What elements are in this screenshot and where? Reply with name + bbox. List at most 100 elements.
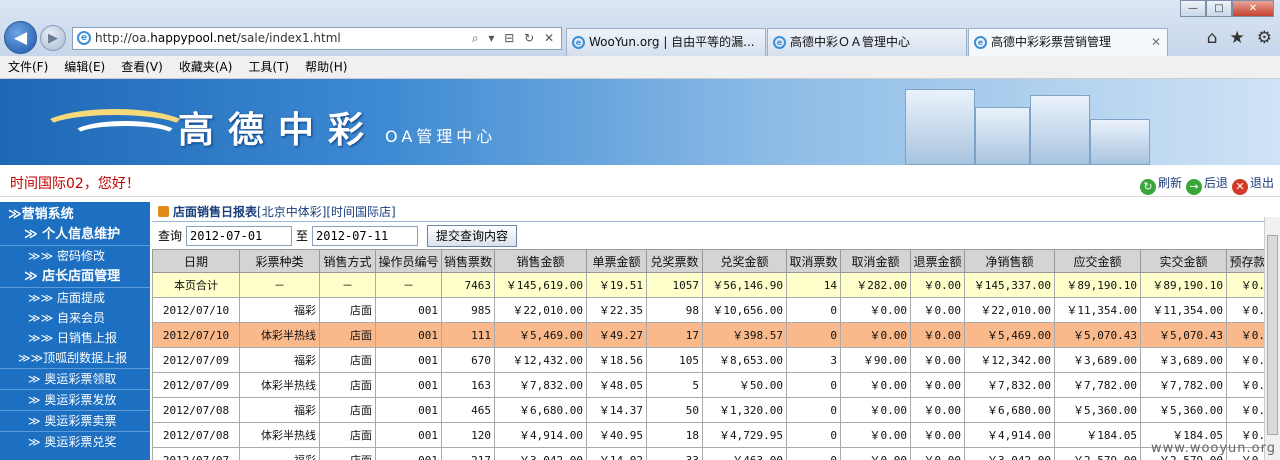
table-cell: 0 xyxy=(786,422,841,448)
watermark: www.wooyun.org xyxy=(1150,441,1276,456)
report-icon xyxy=(158,206,169,217)
home-icon[interactable]: ⌂ xyxy=(1207,28,1218,48)
date-from-input[interactable] xyxy=(186,225,293,246)
menu-view[interactable]: 查看(V) xyxy=(121,56,163,78)
report-title: 店面销售日报表 xyxy=(173,205,258,219)
table-cell: ￥463.00 xyxy=(702,447,787,460)
tab-close-icon[interactable]: ✕ xyxy=(1151,29,1161,55)
table-cell: 福彩 xyxy=(239,347,320,373)
table-cell: 985 xyxy=(441,297,495,323)
table-cell: ￥0. xyxy=(1226,297,1268,323)
menu-tools[interactable]: 工具(T) xyxy=(248,56,289,78)
menu-file[interactable]: 文件(F) xyxy=(8,56,48,78)
ie-tab-icon: e xyxy=(572,36,585,49)
column-header: 应交金额 xyxy=(1054,249,1141,273)
favorites-star-icon[interactable]: ★ xyxy=(1230,28,1245,48)
item-label: 日销售上报 xyxy=(56,331,117,345)
table-cell: ￥0. xyxy=(1226,322,1268,348)
column-header: 实交金额 xyxy=(1140,249,1227,273)
table-cell: ￥0.00 xyxy=(910,322,965,348)
table-cell: ￥0.00 xyxy=(910,422,965,448)
table-summary-row: 本页合计－－－ 7463 ￥145,619.00 ￥19.51 1057 ￥56,146.… xyxy=(152,272,1268,298)
sidebar-group-personal[interactable]: ≫ 个人信息维护 xyxy=(0,224,150,246)
table-cell: 体彩半热线 xyxy=(239,422,320,448)
table-cell: － xyxy=(319,272,376,298)
sidebar-item-commission[interactable]: ≫≫ 店面提成 xyxy=(0,288,150,308)
menu-help[interactable]: 帮助(H) xyxy=(305,56,347,78)
table-cell: ￥14.37 xyxy=(586,397,647,423)
back-button[interactable]: ◀ xyxy=(4,21,37,54)
sidebar-item-password[interactable]: ≫≫ 密码修改 xyxy=(0,246,150,266)
address-bar[interactable]: e http://oa.happypool.net/sale/index1.ht… xyxy=(72,27,562,50)
table-cell: 163 xyxy=(441,372,495,398)
forward-button[interactable]: ▶ xyxy=(40,25,66,51)
table-cell: ￥89,190.10 xyxy=(1140,272,1227,298)
table-cell: 店面 xyxy=(319,447,376,460)
table-cell: 店面 xyxy=(319,297,376,323)
table-cell: ￥5,070.43 xyxy=(1140,322,1227,348)
to-label: 至 xyxy=(296,229,309,243)
sidebar-item-olympic-sell[interactable]: ≫ 奥运彩票卖票 xyxy=(0,410,150,431)
scrollbar-thumb[interactable] xyxy=(1267,235,1278,435)
tools-gear-icon[interactable]: ⚙ xyxy=(1257,28,1272,48)
sidebar-item-scratch-report[interactable]: ≫≫顶呱刮数据上报 xyxy=(0,348,150,368)
table-row: 2012/07/10 体彩半热线 店面 001 111 ￥5,469.00 ￥49.27 17… xyxy=(152,322,1268,348)
ie-tab-icon: e xyxy=(773,36,786,49)
url-path: /sale/index1.html xyxy=(236,31,341,45)
table-cell: 店面 xyxy=(319,397,376,423)
table-cell: ￥145,619.00 xyxy=(494,272,587,298)
table-cell: ￥0.00 xyxy=(910,272,965,298)
refresh-button[interactable]: ↻ 刷新 xyxy=(1139,174,1182,195)
table-cell: ￥0.00 xyxy=(840,422,911,448)
table-cell: 98 xyxy=(646,297,703,323)
column-header: 净销售额 xyxy=(964,249,1055,273)
back-page-button[interactable]: → 后退 xyxy=(1185,174,1228,195)
table-cell: ￥0. xyxy=(1226,347,1268,373)
item-label: 奥运彩票领取 xyxy=(44,372,117,386)
submit-query-button[interactable]: 提交查询内容 xyxy=(427,224,518,247)
table-cell: 体彩半热线 xyxy=(239,322,320,348)
tab-label: 高德中彩ＯＡ管理中心 xyxy=(790,35,911,49)
table-cell: 店面 xyxy=(319,372,376,398)
address-tools-icons[interactable]: ⌕ ▾ ⊟ ↻ ✕ xyxy=(472,28,557,49)
column-header: 退票金额 xyxy=(910,249,965,273)
tab-wooyun[interactable]: e WooYun.org | 自由平等的漏... xyxy=(566,28,766,56)
table-row: 2012/07/07福彩店面001217￥3,042.00￥14.0233￥46… xyxy=(152,447,1268,460)
table-cell: ￥7,782.00 xyxy=(1054,372,1141,398)
minimize-button[interactable]: — xyxy=(1180,0,1206,17)
sidebar-title: ≫营销系统 xyxy=(8,207,74,222)
logout-icon: ✕ xyxy=(1231,179,1248,195)
table-cell: 店面 xyxy=(319,322,376,348)
menu-favorites[interactable]: 收藏夹(A) xyxy=(179,56,233,78)
query-bar: 查询 至 提交查询内容 xyxy=(152,222,1268,249)
welcome-text: 时间国际02，您好！ xyxy=(10,176,140,192)
table-cell: ￥0. xyxy=(1226,397,1268,423)
table-cell: ￥4,914.00 xyxy=(964,422,1055,448)
sidebar-item-olympic-receive[interactable]: ≫ 奥运彩票领取 xyxy=(0,368,150,389)
window-close-button[interactable]: ✕ xyxy=(1232,0,1274,17)
table-cell: 店面 xyxy=(319,347,376,373)
table-cell: ￥18.56 xyxy=(586,347,647,373)
table-cell: ￥7,832.00 xyxy=(494,372,587,398)
sidebar-item-daily-report[interactable]: ≫≫ 日销售上报 xyxy=(0,328,150,348)
building-illustration xyxy=(975,107,1030,165)
table-cell: ￥56,146.90 xyxy=(702,272,787,298)
table-cell: ￥7,832.00 xyxy=(964,372,1055,398)
logout-button[interactable]: ✕ 退出 xyxy=(1231,174,1274,195)
tab-oa-center[interactable]: e 高德中彩ＯＡ管理中心 xyxy=(767,28,967,56)
table-cell: 465 xyxy=(441,397,495,423)
page-scrollbar[interactable] xyxy=(1264,217,1280,460)
sidebar-item-olympic-issue[interactable]: ≫ 奥运彩票发放 xyxy=(0,389,150,410)
maximize-button[interactable]: □ xyxy=(1206,0,1232,17)
menu-edit[interactable]: 编辑(E) xyxy=(64,56,105,78)
back-label: 后退 xyxy=(1203,176,1228,190)
sidebar-group-store[interactable]: ≫ 店长店面管理 xyxy=(0,266,150,288)
report-subtitle: [北京中体彩][时间国际店] xyxy=(257,205,396,219)
page-actions: ↻ 刷新 → 后退 ✕ 退出 xyxy=(1139,174,1274,195)
sidebar-item-members[interactable]: ≫≫ 自来会员 xyxy=(0,308,150,328)
table-cell: 2012/07/08 xyxy=(152,397,240,423)
date-to-input[interactable] xyxy=(312,225,419,246)
tab-sales-management[interactable]: e 高德中彩彩票营销管理 ✕ xyxy=(968,28,1168,56)
sidebar-item-olympic-redeem[interactable]: ≫ 奥运彩票兑奖 xyxy=(0,431,150,452)
group-label: 个人信息维护 xyxy=(42,227,121,242)
